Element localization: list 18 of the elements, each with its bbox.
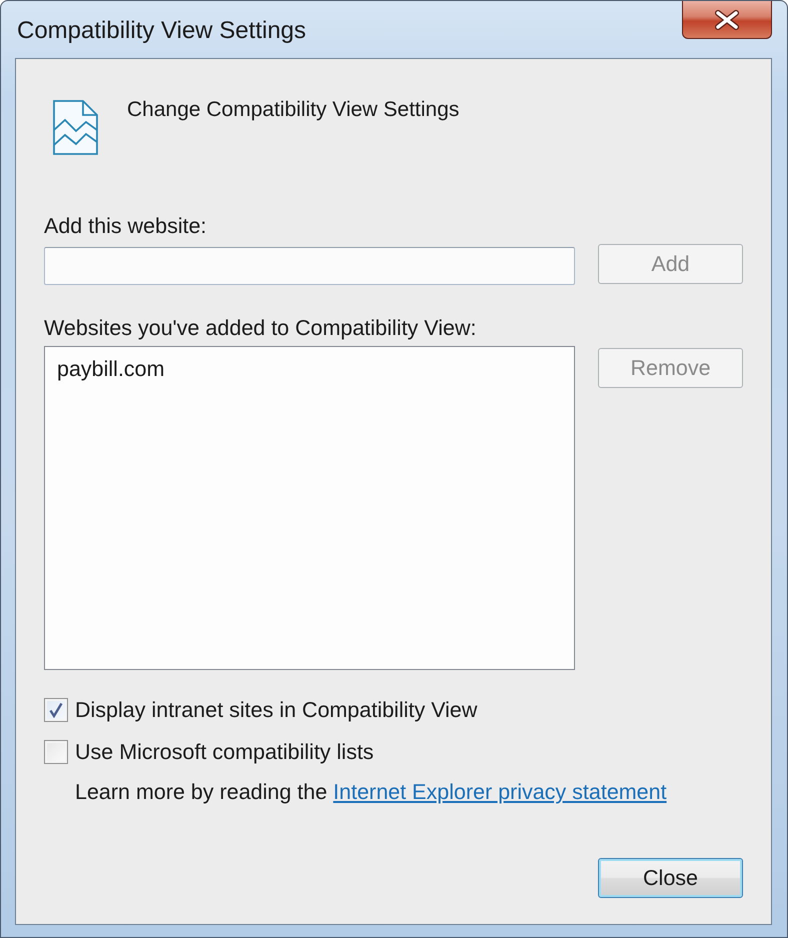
close-icon — [714, 10, 740, 30]
website-input-field[interactable] — [44, 247, 575, 285]
checkbox-label: Display intranet sites in Compatibility View — [75, 698, 478, 722]
dialog-heading: Change Compatibility View Settings — [127, 98, 460, 122]
websites-list-box[interactable]: paybill.com — [44, 346, 575, 670]
privacy-note: Learn more by reading the Internet Explorer privacy statement — [75, 780, 667, 804]
document-image-icon — [53, 100, 98, 155]
window-close-button[interactable] — [682, 1, 772, 39]
privacy-statement-link[interactable]: Internet Explorer privacy statement — [333, 780, 667, 804]
checkbox-label: Use Microsoft compatibility lists — [75, 740, 374, 764]
window-title: Compatibility View Settings — [17, 16, 306, 46]
field-label: Add this website: — [44, 214, 207, 238]
checkbox[interactable] — [44, 740, 68, 764]
checkbox[interactable] — [44, 698, 68, 722]
close-button[interactable]: Close — [598, 858, 743, 898]
field-label: Websites you've added to Compatibility View: — [44, 316, 476, 340]
list-item[interactable]: paybill.com — [47, 357, 175, 381]
checkmark-icon — [49, 702, 63, 718]
